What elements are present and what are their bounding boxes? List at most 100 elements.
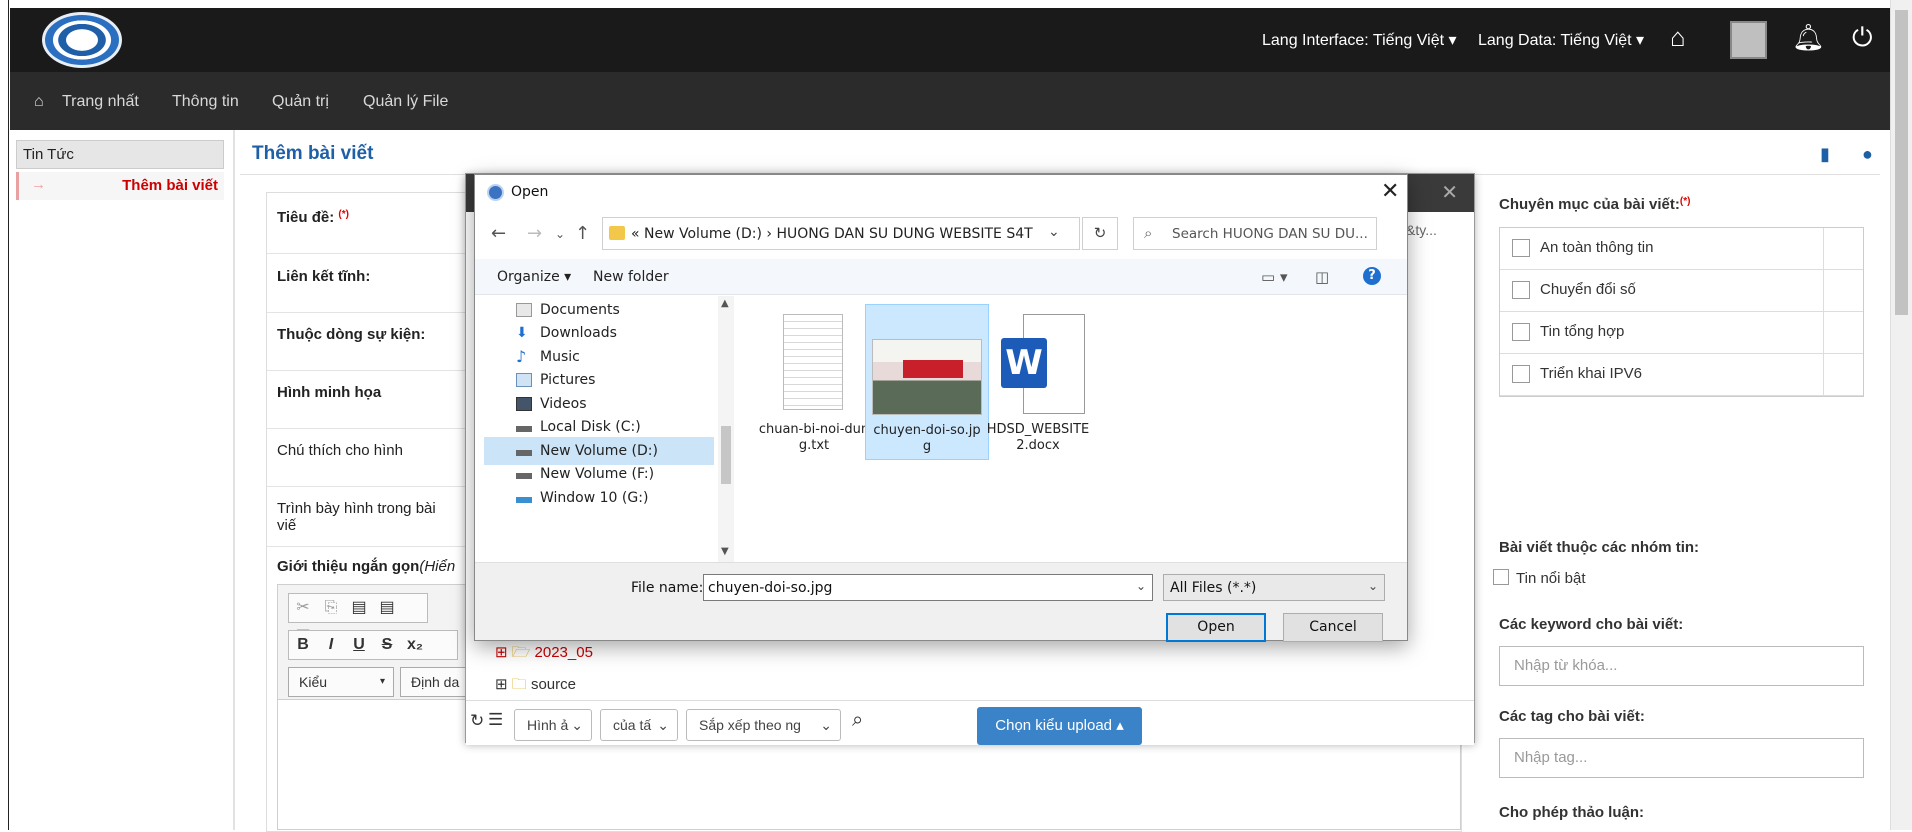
videos-icon bbox=[516, 397, 532, 411]
list-view-icon[interactable]: ☰ bbox=[488, 710, 503, 730]
copy-icon[interactable]: ⎘ bbox=[317, 594, 345, 622]
italic-button[interactable]: I bbox=[317, 631, 345, 659]
owner-filter[interactable]: của tấ ⌄ bbox=[600, 709, 678, 741]
refresh-icon[interactable]: ↻ bbox=[470, 711, 484, 731]
scroll-up-icon[interactable]: ▲ bbox=[721, 298, 729, 309]
category-row[interactable]: Triển khai IPV6 bbox=[1500, 354, 1863, 396]
featured-checkbox[interactable] bbox=[1493, 569, 1509, 585]
keywords-label: Các keyword cho bài viết: bbox=[1499, 616, 1684, 633]
category-checkbox[interactable] bbox=[1512, 365, 1530, 383]
nav-files[interactable]: Quản lý File bbox=[363, 93, 448, 111]
category-row[interactable]: Chuyển đổi số bbox=[1500, 270, 1863, 312]
file-item[interactable]: W HDSD_WEBSITE2.docx bbox=[977, 304, 1101, 460]
page-title: Thêm bài viết bbox=[252, 143, 374, 164]
site-logo[interactable] bbox=[42, 12, 122, 68]
title-field-label: Tiêu đề: (*) bbox=[267, 196, 467, 254]
music-icon: ♪ bbox=[516, 347, 527, 366]
chevron-down-icon[interactable]: ⌄ bbox=[1048, 224, 1060, 240]
upload-type-button[interactable]: Chọn kiểu upload ▴ bbox=[977, 707, 1142, 745]
dialog-footer: File name: chuyen-doi-so.jpg ⌄ All Files … bbox=[475, 562, 1407, 642]
close-icon[interactable]: ✕ bbox=[1441, 180, 1458, 205]
file-item[interactable]: chuan-bi-noi-dung.txt bbox=[753, 304, 877, 460]
page-scrollbar-thumb[interactable] bbox=[1895, 10, 1908, 315]
file-type-filter[interactable]: Hình ả ⌄ bbox=[514, 709, 592, 741]
category-label: Chuyển đổi số bbox=[1540, 281, 1636, 298]
paste-icon[interactable]: ▤ bbox=[345, 594, 373, 622]
paste-text-icon[interactable]: ▤ bbox=[373, 594, 401, 622]
lang-interface-dropdown[interactable]: Lang Interface: Tiếng Việt ▾ bbox=[1262, 30, 1457, 50]
open-file-dialog: Open ✕ ← → ⌄ ↑ « New Volume (D:) › HUONG… bbox=[474, 174, 1408, 642]
category-row[interactable]: Tin tổng hợp bbox=[1500, 312, 1863, 354]
nav-admin[interactable]: Quản trị bbox=[272, 93, 329, 111]
tags-label: Các tag cho bài viết: bbox=[1499, 708, 1645, 725]
cancel-button[interactable]: Cancel bbox=[1283, 613, 1383, 642]
scroll-down-icon[interactable]: ▼ bbox=[721, 546, 729, 557]
close-icon[interactable]: ✕ bbox=[1381, 179, 1399, 204]
style-select[interactable]: Kiểu ▾ bbox=[288, 667, 394, 697]
view-options-icon[interactable]: ▭ ▾ bbox=[1261, 268, 1287, 286]
category-row[interactable]: An toàn thông tin bbox=[1500, 228, 1863, 270]
bell-icon[interactable]: 🔔︎ bbox=[1792, 22, 1825, 53]
organize-button[interactable]: Organize ▾ bbox=[497, 269, 571, 285]
window-left-edge bbox=[0, 0, 9, 830]
power-icon[interactable]: ⏻ bbox=[1852, 22, 1873, 54]
underline-button[interactable]: U bbox=[345, 631, 373, 659]
category-checkbox[interactable] bbox=[1512, 281, 1530, 299]
file-name-input[interactable]: chuyen-doi-so.jpg ⌄ bbox=[703, 574, 1153, 601]
sort-select[interactable]: Sắp xếp theo ng ⌄ bbox=[686, 709, 841, 741]
recent-locations-icon[interactable]: ⌄ bbox=[555, 227, 565, 241]
lang-data-dropdown[interactable]: Lang Data: Tiếng Việt ▾ bbox=[1478, 30, 1644, 50]
download-icon: ⬇ bbox=[516, 325, 528, 341]
forward-arrow-icon[interactable]: → bbox=[527, 223, 542, 244]
sidebar-item-label: Thêm bài viết bbox=[122, 177, 218, 194]
word-doc-icon: W bbox=[1001, 314, 1089, 414]
category-checkbox[interactable] bbox=[1512, 323, 1530, 341]
new-folder-button[interactable]: New folder bbox=[593, 269, 669, 285]
sidebar-heading: Tin Tức bbox=[16, 140, 224, 169]
home-icon[interactable]: ⌂ bbox=[1670, 22, 1686, 53]
chevron-down-icon[interactable]: ⌄ bbox=[1368, 579, 1378, 593]
search-icon[interactable]: ⌕ bbox=[852, 709, 863, 732]
nav-window-10-g[interactable]: Window 10 (G:) bbox=[516, 484, 734, 512]
book-icon[interactable]: ▮ bbox=[1820, 144, 1830, 165]
bold-button[interactable]: B bbox=[289, 631, 317, 659]
nav-home[interactable]: Trang nhất bbox=[62, 93, 139, 111]
folder-icon bbox=[609, 226, 625, 240]
search-fragment: &ty... bbox=[1406, 222, 1437, 238]
open-button[interactable]: Open bbox=[1166, 613, 1266, 642]
intro-label: Giới thiệu ngắn gọn(Hiển bbox=[277, 558, 456, 575]
file-item[interactable]: chuyen-doi-so.jpg bbox=[865, 304, 989, 460]
groups-label: Bài viết thuộc các nhóm tin: bbox=[1499, 539, 1700, 556]
static-link-label: Liên kết tĩnh: bbox=[267, 255, 467, 313]
globe-icon[interactable]: ● bbox=[1862, 144, 1873, 165]
tags-input[interactable]: Nhập tag... bbox=[1499, 738, 1864, 778]
avatar[interactable] bbox=[1730, 21, 1767, 59]
category-checkbox[interactable] bbox=[1512, 239, 1530, 257]
address-bar[interactable]: « New Volume (D:) › HUONG DAN SU DUNG WE… bbox=[602, 217, 1080, 250]
help-icon[interactable]: ? bbox=[1363, 267, 1381, 285]
search-input[interactable]: ⌕ Search HUONG DAN SU DU... bbox=[1133, 217, 1377, 250]
chevron-down-icon[interactable]: ⌄ bbox=[1136, 579, 1146, 593]
cut-icon[interactable]: ✂ bbox=[289, 594, 317, 622]
keywords-input[interactable]: Nhập từ khóa... bbox=[1499, 646, 1864, 686]
drive-icon bbox=[516, 473, 532, 479]
file-type-select[interactable]: All Files (*.*) ⌄ bbox=[1163, 574, 1385, 601]
up-arrow-icon[interactable]: ↑ bbox=[575, 223, 590, 244]
strike-button[interactable]: S bbox=[373, 631, 401, 659]
tree-folder-source[interactable]: ⊞ 🗀︎ source bbox=[495, 674, 576, 699]
text-file-icon bbox=[783, 314, 843, 410]
sidebar-item-add-article[interactable]: → Thêm bài viết bbox=[16, 172, 224, 200]
drive-icon bbox=[516, 426, 532, 432]
scroll-thumb[interactable] bbox=[721, 426, 731, 484]
subscript-button[interactable]: x₂ bbox=[401, 631, 429, 659]
nav-info[interactable]: Thông tin bbox=[172, 93, 239, 111]
tree-folder-2023-05[interactable]: ⊞ 🗁︎ 2023_05 bbox=[495, 642, 593, 667]
back-arrow-icon[interactable]: ← bbox=[491, 223, 506, 244]
pictures-icon bbox=[516, 373, 532, 387]
required-mark: (*) bbox=[338, 209, 349, 220]
refresh-icon[interactable]: ↻ bbox=[1082, 217, 1118, 250]
navigation-scrollbar[interactable]: ▲ ▼ bbox=[718, 296, 734, 562]
home-nav-icon[interactable]: ⌂ bbox=[34, 93, 44, 111]
page-scrollbar[interactable] bbox=[1890, 0, 1912, 830]
preview-pane-icon[interactable]: ◫ bbox=[1315, 268, 1329, 286]
